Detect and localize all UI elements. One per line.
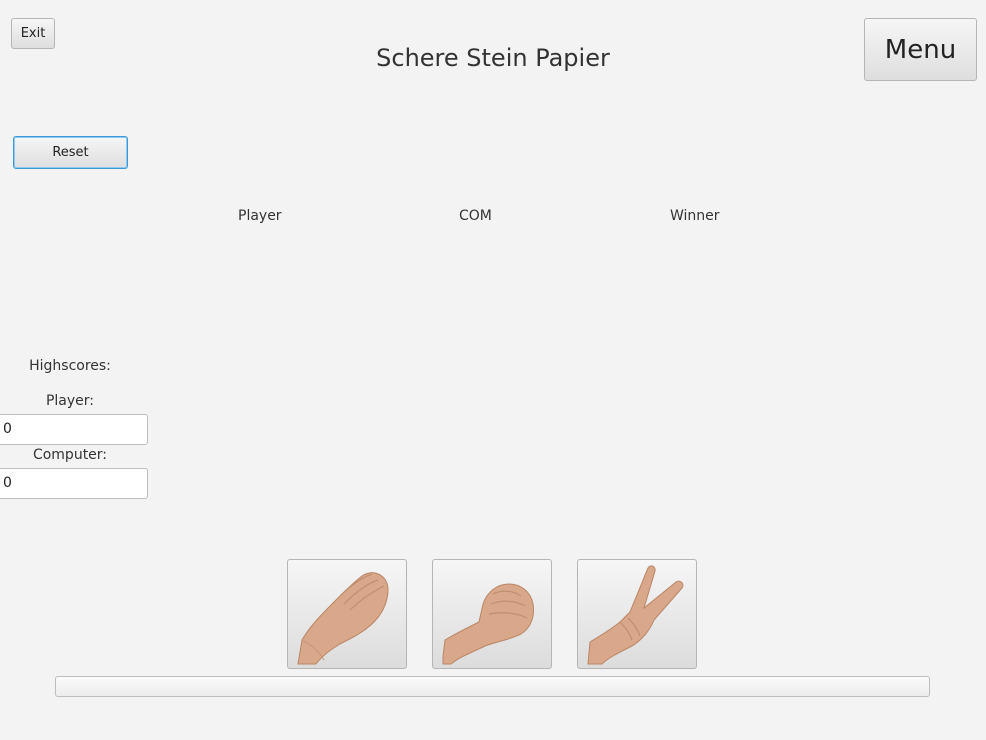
com-column-label: COM [459, 208, 492, 224]
rock-button[interactable] [432, 559, 552, 669]
player-score-field[interactable]: 0 [0, 414, 148, 445]
progress-bar [55, 676, 930, 697]
player-column-label: Player [238, 208, 282, 224]
scissors-button[interactable] [577, 559, 697, 669]
computer-score-label: Computer: [32, 447, 108, 463]
rock-fist-icon [442, 583, 534, 665]
page-title: Schere Stein Papier [376, 44, 610, 72]
player-score-label: Player: [45, 393, 95, 409]
menu-button[interactable]: Menu [864, 18, 977, 81]
game-window: Exit Schere Stein Papier Menu Reset Play… [0, 0, 986, 740]
computer-score-field[interactable]: 0 [0, 468, 148, 499]
scissors-hand-icon [587, 565, 684, 665]
reset-button[interactable]: Reset [13, 136, 128, 169]
winner-column-label: Winner [670, 208, 720, 224]
paper-hand-icon [297, 572, 389, 665]
paper-button[interactable] [287, 559, 407, 669]
highscores-heading: Highscores: [29, 358, 111, 374]
